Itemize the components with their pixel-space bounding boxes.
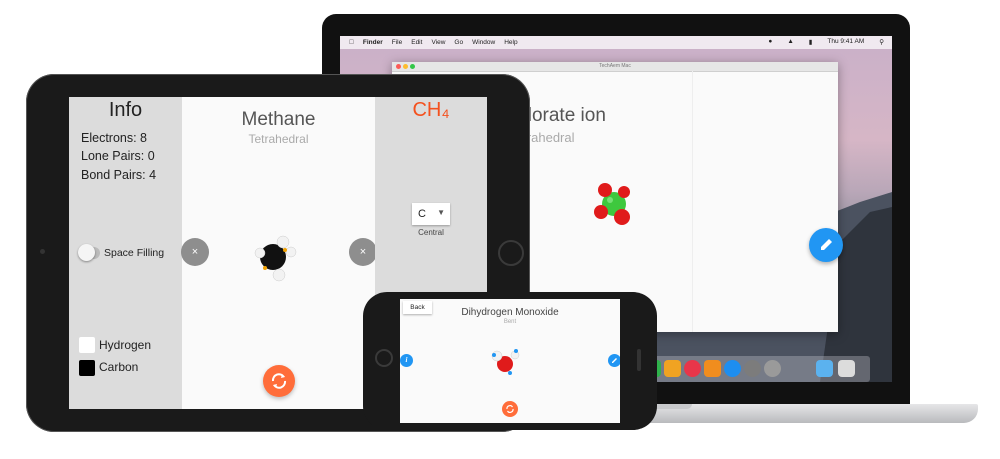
window-titlebar: TechAem Mac <box>392 62 838 72</box>
lone-pairs-count: Lone Pairs: 0 <box>81 149 155 163</box>
close-right-button[interactable]: × <box>349 238 377 266</box>
refresh-button[interactable] <box>502 401 518 417</box>
bluetooth-icon[interactable]: ● <box>768 38 772 46</box>
iphone-speaker <box>637 349 641 371</box>
info-panel: Info Electrons: 8 Lone Pairs: 0 Bond Pai… <box>69 97 182 409</box>
pencil-icon <box>821 239 832 250</box>
molecule-title: Methane <box>241 109 316 130</box>
molecule-shape: Tetrahedral <box>248 132 309 146</box>
wifi-icon[interactable]: ▲ <box>787 38 793 46</box>
ipad-camera <box>40 249 45 254</box>
iphone-screen: Back Dihydrogen Monoxide Bent i <box>400 299 620 423</box>
pencil-icon <box>612 358 617 363</box>
back-button[interactable]: Back <box>403 301 432 314</box>
ipad-home-button[interactable] <box>498 240 524 266</box>
menu-view[interactable]: View <box>431 39 445 46</box>
molecule-title: Dihydrogen Monoxide <box>461 307 559 318</box>
dock-app-icon[interactable] <box>764 360 781 377</box>
legend-carbon-label: Carbon <box>99 360 139 374</box>
central-atom-select[interactable]: C ▼ <box>412 203 450 225</box>
close-icon: × <box>359 246 367 258</box>
mac-dock <box>640 356 870 382</box>
window-title: TechAem Mac <box>599 63 631 69</box>
mac-menubar:  Finder File Edit View Go Window Help ●… <box>340 36 892 49</box>
molecular-formula: CH₄ <box>412 99 450 121</box>
bond-pairs-count: Bond Pairs: 4 <box>81 168 157 182</box>
menu-help[interactable]: Help <box>504 39 517 46</box>
refresh-icon <box>506 405 514 413</box>
refresh-icon <box>271 373 287 389</box>
molecule-shape: Bent <box>503 319 517 325</box>
refresh-button[interactable] <box>263 365 295 397</box>
menu-file[interactable]: File <box>392 39 402 46</box>
dock-trash-icon[interactable] <box>838 360 855 377</box>
legend-hydrogen-label: Hydrogen <box>99 338 152 352</box>
central-atom-value: C <box>418 208 426 220</box>
dropdown-caret-icon: ▼ <box>437 208 445 217</box>
panel-divider <box>692 71 693 332</box>
edit-button[interactable] <box>608 354 620 367</box>
dock-preferences-icon[interactable] <box>744 360 761 377</box>
battery-icon[interactable]: ▮ <box>809 38 813 46</box>
info-title: Info <box>108 99 143 121</box>
close-left-button[interactable]: × <box>181 238 209 266</box>
menu-finder[interactable]: Finder <box>363 39 383 46</box>
edit-button[interactable] <box>809 228 843 262</box>
iphone-home-button[interactable] <box>375 349 393 367</box>
legend-hydrogen-swatch <box>79 337 95 353</box>
space-filling-toggle-knob[interactable] <box>78 244 95 261</box>
central-atom-label: Central <box>418 228 444 237</box>
close-icon: × <box>191 246 199 258</box>
menu-edit[interactable]: Edit <box>411 39 422 46</box>
menu-window[interactable]: Window <box>472 39 495 46</box>
methane-model[interactable] <box>245 230 305 286</box>
water-model[interactable] <box>488 346 522 378</box>
info-button[interactable]: i <box>400 354 413 367</box>
apple-icon[interactable]:  <box>349 39 354 46</box>
electrons-count: Electrons: 8 <box>81 131 148 145</box>
menubar-clock[interactable]: Thu 9:41 AM <box>827 38 864 46</box>
search-icon[interactable]: ⚲ <box>879 38 884 46</box>
dock-keynote-icon[interactable] <box>664 360 681 377</box>
legend-carbon-swatch <box>79 360 95 376</box>
space-filling-label: Space Filling <box>104 247 165 259</box>
info-icon: i <box>405 356 408 364</box>
menu-go[interactable]: Go <box>454 39 463 46</box>
dock-itunes-icon[interactable] <box>684 360 701 377</box>
dock-folder-icon[interactable] <box>816 360 833 377</box>
dock-appstore-icon[interactable] <box>724 360 741 377</box>
perchlorate-model[interactable] <box>588 178 640 230</box>
dock-ibooks-icon[interactable] <box>704 360 721 377</box>
